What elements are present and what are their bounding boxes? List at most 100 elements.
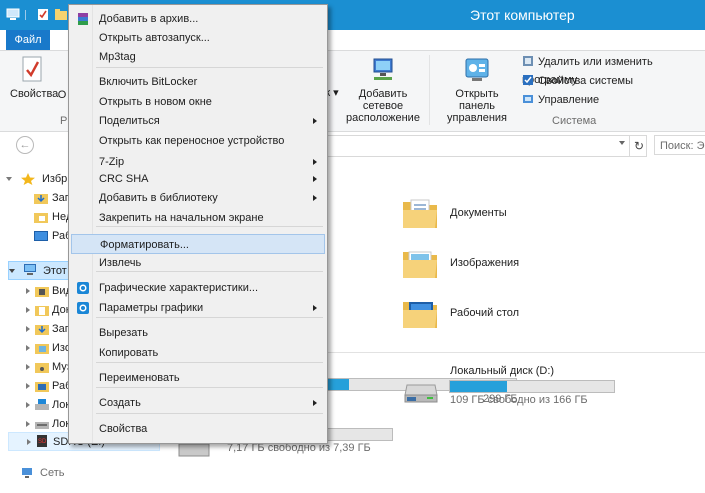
- properties-icon: [22, 56, 42, 82]
- collapsed-arrow-icon[interactable]: [26, 307, 30, 313]
- collapsed-arrow-icon[interactable]: [26, 421, 30, 427]
- menu-item[interactable]: Открыть автозапуск...: [71, 28, 325, 48]
- uninstall-program-button[interactable]: Удалить или изменить программу: [522, 53, 705, 86]
- tree-label: Избр: [42, 173, 68, 185]
- drive-icon: [35, 422, 49, 429]
- computer-icon: [24, 264, 36, 275]
- menu-item[interactable]: Добавить в архив...: [71, 9, 325, 29]
- menu-item-label: Форматировать...: [100, 239, 189, 251]
- collapsed-arrow-icon[interactable]: [27, 439, 31, 445]
- downloads-folder-icon: [35, 325, 49, 335]
- expanded-arrow-icon[interactable]: [9, 269, 15, 273]
- menu-item[interactable]: Вырезать: [71, 323, 325, 343]
- tab-file[interactable]: Файл: [6, 30, 50, 50]
- tree-label: Сеть: [40, 467, 65, 479]
- menu-item[interactable]: Копировать: [71, 343, 325, 363]
- submenu-arrow-icon: [313, 195, 317, 201]
- separator-icon: [25, 10, 26, 20]
- menu-item-label: Вырезать: [99, 327, 148, 339]
- collapsed-arrow-icon[interactable]: [26, 364, 30, 370]
- back-button[interactable]: ←: [16, 136, 34, 154]
- drive-c-fill: [326, 379, 349, 390]
- menu-separator: [96, 67, 323, 68]
- menu-separator: [96, 362, 323, 363]
- intel-graphics-icon: [77, 302, 89, 314]
- refresh-icon[interactable]: ↻: [634, 139, 644, 153]
- menu-item-label: Добавить в библиотеку: [99, 192, 218, 204]
- drive-d[interactable]: Локальный диск (D:) 109 ГБ свободно из 1…: [403, 363, 633, 413]
- control-panel-icon: [465, 58, 489, 81]
- tree-label: Заг: [52, 323, 69, 335]
- menu-item[interactable]: Свойства: [71, 419, 325, 439]
- menu-item-label: Включить BitLocker: [99, 76, 198, 88]
- expanded-arrow-icon[interactable]: [6, 177, 12, 181]
- drive-d-name: Локальный диск (D:): [450, 365, 555, 377]
- tree-label: Заг: [52, 192, 69, 204]
- folder-label: Рабочий стол: [450, 307, 520, 319]
- folder-documents[interactable]: Документы: [401, 194, 521, 234]
- manage-label: Управление: [538, 94, 600, 106]
- manage-button[interactable]: Управление: [522, 91, 599, 109]
- open-control-panel-label: Открыть панель управления: [447, 88, 507, 124]
- context-menu: Добавить в архив... Открыть автозапуск...…: [68, 4, 328, 444]
- network-location-icon: [373, 58, 393, 80]
- menu-item-label: Свойства: [99, 423, 148, 435]
- collapsed-arrow-icon[interactable]: [26, 345, 30, 351]
- menu-separator: [96, 271, 323, 272]
- svg-text:SD: SD: [38, 439, 47, 445]
- collapsed-arrow-icon[interactable]: [26, 383, 30, 389]
- menu-item[interactable]: Добавить в библиотеку: [71, 188, 325, 208]
- system-properties-icon: [523, 75, 533, 85]
- menu-item[interactable]: Извлечь: [71, 253, 325, 273]
- menu-item[interactable]: Mp3tag: [71, 47, 325, 67]
- system-properties-button[interactable]: Свойства системы: [522, 72, 633, 90]
- pictures-folder-icon: [35, 344, 49, 354]
- search-input[interactable]: Поиск: Э: [654, 135, 705, 155]
- desktop-icon: [34, 231, 48, 241]
- folder-pictures[interactable]: Изображения: [401, 244, 541, 284]
- menu-item[interactable]: Включить BitLocker: [71, 72, 325, 92]
- pictures-folder-icon: [403, 251, 437, 278]
- menu-item-label: CRC SHA: [99, 173, 149, 185]
- menu-item-label: Добавить в архив...: [99, 13, 199, 25]
- group-label-system: Система: [552, 115, 597, 127]
- drive-d-bar: [449, 380, 615, 393]
- menu-item[interactable]: Графические характеристики...: [71, 278, 325, 298]
- new-folder-icon[interactable]: [54, 8, 68, 21]
- menu-item[interactable]: Открыть в новом окне: [71, 92, 325, 112]
- folder-desktop[interactable]: Рабочий стол: [401, 294, 541, 334]
- documents-folder-icon: [403, 199, 437, 228]
- submenu-arrow-icon: [313, 176, 317, 182]
- menu-item[interactable]: Закрепить на начальном экране: [71, 208, 325, 228]
- folder-label: Документы: [450, 207, 507, 219]
- properties-button[interactable]: Свойства: [10, 55, 58, 100]
- menu-item[interactable]: Поделиться: [71, 111, 325, 131]
- add-network-location-button[interactable]: Добавить сетевое расположение: [338, 55, 428, 124]
- submenu-arrow-icon: [313, 305, 317, 311]
- add-network-label: Добавить сетевое расположение: [346, 88, 420, 124]
- ribbon-partial-label: О: [57, 89, 67, 101]
- address-dropdown-icon[interactable]: [619, 141, 625, 145]
- documents-folder-icon: [35, 306, 49, 316]
- open-control-panel-button[interactable]: Открыть панель управления: [436, 55, 518, 124]
- address-bar[interactable]: ↻: [322, 135, 647, 157]
- computer-icon[interactable]: [6, 8, 20, 21]
- menu-item[interactable]: CRC SHA: [71, 169, 325, 189]
- desktop-folder-icon: [403, 302, 437, 328]
- menu-item[interactable]: Форматировать...: [71, 234, 325, 254]
- desktop-folder-icon: [35, 382, 49, 392]
- system-properties-label: Свойства системы: [538, 75, 634, 87]
- menu-item[interactable]: Параметры графики: [71, 298, 325, 318]
- collapsed-arrow-icon[interactable]: [26, 326, 30, 332]
- collapsed-arrow-icon[interactable]: [26, 402, 30, 408]
- windows-drive-icon: [35, 399, 49, 410]
- collapsed-arrow-icon[interactable]: [26, 288, 30, 294]
- properties-check-icon[interactable]: [36, 8, 50, 21]
- menu-item[interactable]: Переименовать: [71, 368, 325, 388]
- menu-item[interactable]: Создать: [71, 393, 325, 413]
- menu-item[interactable]: Открыть как переносное устройство: [71, 131, 325, 151]
- menu-item-label: Mp3tag: [99, 51, 136, 63]
- menu-item-label: Параметры графики: [99, 302, 204, 314]
- videos-folder-icon: [35, 287, 49, 297]
- sd-card-icon: SD: [37, 435, 47, 447]
